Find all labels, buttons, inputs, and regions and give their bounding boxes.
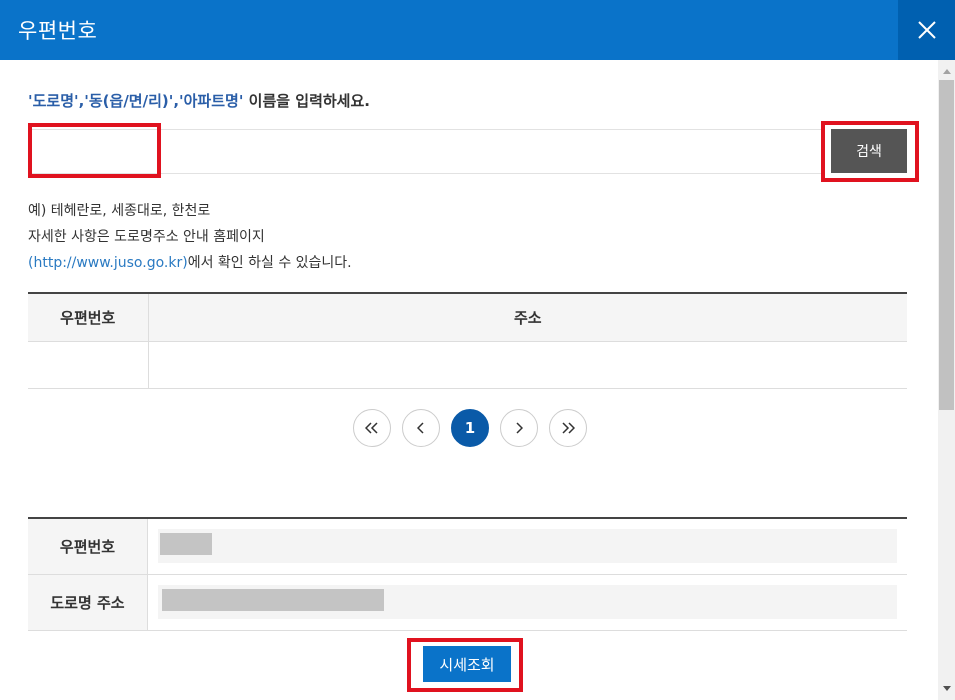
- page-button-current[interactable]: 1: [451, 409, 489, 447]
- scroll-down-arrow-icon[interactable]: [938, 686, 955, 696]
- instruction-highlight: '도로명','동(읍/면/리)','아파트명': [28, 92, 244, 110]
- scroll-up-arrow-icon[interactable]: [938, 68, 955, 78]
- dialog-header: 우편번호: [0, 0, 955, 60]
- road-address-field: [158, 585, 897, 619]
- search-instruction: '도로명','동(읍/면/리)','아파트명' 이름을 입력하세요.: [28, 90, 370, 111]
- price-lookup-button[interactable]: 시세조회: [423, 646, 511, 682]
- prev-page-button[interactable]: [402, 409, 440, 447]
- double-chevron-left-icon: [365, 422, 378, 434]
- address-cell: [148, 341, 907, 389]
- juso-link[interactable]: (http://www.juso.go.kr): [28, 255, 188, 271]
- search-input[interactable]: [28, 129, 822, 174]
- vertical-scrollbar[interactable]: [938, 60, 955, 700]
- instruction-text: 이름을 입력하세요.: [243, 92, 370, 110]
- table-row[interactable]: [28, 341, 907, 389]
- chevron-right-icon: [516, 422, 523, 434]
- column-header-postal-code: 우편번호: [28, 293, 149, 342]
- first-page-button[interactable]: [353, 409, 391, 447]
- road-address-label: 도로명 주소: [28, 574, 148, 631]
- postal-code-field: [158, 529, 897, 564]
- close-icon: [917, 21, 936, 39]
- search-example: 예) 테헤란로, 세종대로, 한천로 자세한 사항은 도로명주소 안내 홈페이지…: [28, 198, 352, 276]
- example-line-2: 자세한 사항은 도로명주소 안내 홈페이지: [28, 229, 265, 245]
- dialog-content: '도로명','동(읍/면/리)','아파트명' 이름을 입력하세요. 검색 예)…: [0, 60, 938, 700]
- postal-code-label: 우편번호: [28, 518, 148, 575]
- results-table: 우편번호 주소: [28, 292, 907, 389]
- search-button[interactable]: 검색: [831, 129, 907, 173]
- example-line-3-text: 에서 확인 하실 수 있습니다.: [187, 255, 352, 271]
- pagination: 1: [353, 409, 587, 447]
- column-header-address: 주소: [148, 293, 907, 342]
- next-page-button[interactable]: [500, 409, 538, 447]
- masked-postal-code: [160, 533, 212, 556]
- scrollbar-thumb[interactable]: [939, 80, 954, 410]
- detail-table: 우편번호 도로명 주소: [28, 517, 907, 631]
- last-page-button[interactable]: [549, 409, 587, 447]
- chevron-left-icon: [417, 422, 424, 434]
- close-button[interactable]: [898, 0, 955, 60]
- example-line-1: 예) 테헤란로, 세종대로, 한천로: [28, 203, 211, 219]
- example-line-3: (http://www.juso.go.kr)에서 확인 하실 수 있습니다.: [28, 250, 352, 276]
- dialog-title: 우편번호: [18, 19, 98, 43]
- masked-road-address: [162, 589, 384, 611]
- postal-code-cell: [28, 341, 149, 389]
- double-chevron-right-icon: [562, 422, 575, 434]
